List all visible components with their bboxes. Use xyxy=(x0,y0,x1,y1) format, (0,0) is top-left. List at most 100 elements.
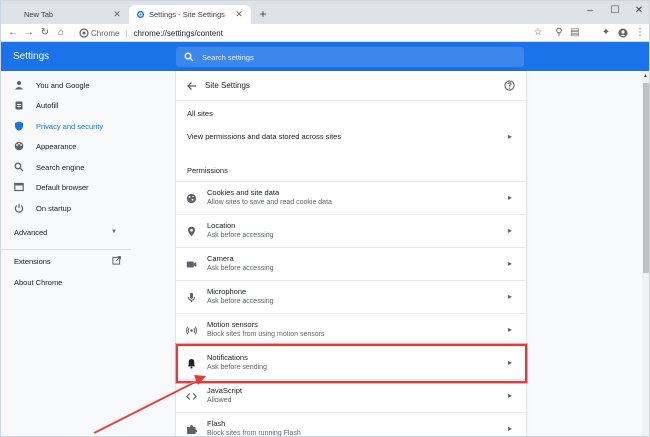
permission-subtitle: Ask before accessing xyxy=(207,298,274,305)
back-arrow-icon[interactable] xyxy=(186,80,198,92)
sidebar-item-search-engine[interactable]: Search engine xyxy=(1,158,171,176)
tab-strip: New Tab ✕ Settings - Site Settings ✕ + –… xyxy=(1,1,649,24)
permission-motion-sensors[interactable]: Motion sensors Block sites from using mo… xyxy=(176,313,526,346)
code-icon xyxy=(185,391,198,402)
tab-title: Settings - Site Settings xyxy=(149,10,225,19)
star-icon[interactable]: ☆ xyxy=(531,26,545,40)
omnibox-chip: Chrome xyxy=(91,28,120,38)
permission-subtitle: Block sites from using motion sensors xyxy=(207,331,325,338)
zoom-icon[interactable]: ⚲ xyxy=(552,26,566,40)
cookie-icon xyxy=(186,193,197,204)
permission-subtitle: Block sites from running Flash xyxy=(207,430,301,437)
profile-icon[interactable] xyxy=(616,26,630,40)
permissions-label: Permissions xyxy=(187,166,228,175)
chrome-icon xyxy=(79,28,89,38)
search-icon xyxy=(14,162,24,172)
menu-icon[interactable]: ⋮ xyxy=(633,26,647,40)
tab-new-tab[interactable]: New Tab ✕ xyxy=(7,5,129,24)
shield-icon xyxy=(14,121,24,131)
chevron-right-icon: ▸ xyxy=(507,193,512,202)
help-icon[interactable] xyxy=(504,80,515,91)
search-icon xyxy=(184,52,194,62)
forward-button[interactable]: → xyxy=(22,26,36,40)
omnibox-separator: | xyxy=(125,28,128,38)
permission-subtitle: Allowed xyxy=(207,397,232,404)
sidebar-item-default-browser[interactable]: Default browser xyxy=(1,178,171,196)
search-box[interactable] xyxy=(176,47,524,67)
sidebar-item-label: About Chrome xyxy=(14,277,63,287)
sidebar-divider xyxy=(1,249,131,250)
close-icon[interactable]: ✕ xyxy=(234,9,244,20)
sidebar-item-you-and-google[interactable]: You and Google xyxy=(1,76,171,94)
new-tab-button[interactable]: + xyxy=(256,7,270,21)
panel-header: Site Settings xyxy=(176,71,526,101)
chevron-right-icon: ▸ xyxy=(507,131,512,141)
scrollbar-thumb[interactable] xyxy=(643,83,649,273)
permission-title: Location xyxy=(207,221,236,230)
chevron-right-icon: ▸ xyxy=(507,325,512,334)
permission-subtitle: Ask before accessing xyxy=(207,232,274,239)
permission-title: Motion sensors xyxy=(207,320,258,329)
sidebar-item-about-chrome[interactable]: About Chrome xyxy=(1,273,171,291)
back-button[interactable]: ← xyxy=(6,26,20,40)
chevron-right-icon: ▸ xyxy=(507,424,512,433)
palette-icon xyxy=(14,141,24,151)
all-sites-row-label: View permissions and data stored across … xyxy=(187,131,342,141)
permission-flash[interactable]: Flash Block sites from running Flash ▸ xyxy=(176,412,526,437)
omnibox-url[interactable]: chrome://settings/content xyxy=(134,29,223,38)
minimize-button[interactable]: – xyxy=(582,4,598,18)
extensions-puzzle-icon[interactable]: ✦ xyxy=(599,26,613,40)
chevron-right-icon: ▸ xyxy=(507,391,512,400)
motion-sensors-icon xyxy=(186,325,197,336)
power-icon xyxy=(14,203,24,213)
chevron-right-icon: ▸ xyxy=(507,226,512,235)
close-icon[interactable]: ✕ xyxy=(112,9,122,20)
permission-title: Camera xyxy=(207,254,234,263)
search-input[interactable] xyxy=(202,52,502,62)
sidebar-item-label: Advanced xyxy=(14,227,48,237)
permission-title: Microphone xyxy=(207,287,247,296)
location-icon xyxy=(186,226,197,237)
camera-icon xyxy=(186,259,197,270)
sidebar-item-label: Appearance xyxy=(36,141,77,151)
maximize-button[interactable]: ☐ xyxy=(607,4,623,18)
reader-icon[interactable]: ▤ xyxy=(568,26,582,40)
permission-microphone[interactable]: Microphone Ask before accessing ▸ xyxy=(176,280,526,313)
bell-icon xyxy=(186,358,197,369)
address-bar[interactable]: Chrome | chrome://settings/content xyxy=(77,25,547,41)
page-scrollbar[interactable]: ▲ xyxy=(642,71,649,436)
home-button[interactable]: ⌂ xyxy=(54,26,68,40)
sidebar-item-privacy[interactable]: Privacy and security xyxy=(1,117,171,135)
sidebar-item-label: Privacy and security xyxy=(36,121,104,131)
sidebar-item-label: You and Google xyxy=(36,80,90,90)
all-sites-label: All sites xyxy=(187,109,213,118)
sidebar-item-on-startup[interactable]: On startup xyxy=(1,199,171,217)
permission-location[interactable]: Location Ask before accessing ▸ xyxy=(176,214,526,247)
permission-javascript[interactable]: JavaScript Allowed ▸ xyxy=(176,379,526,412)
chevron-right-icon: ▸ xyxy=(507,292,512,301)
browser-icon xyxy=(14,182,24,192)
sidebar-item-label: Autofill xyxy=(36,100,59,110)
sidebar-item-autofill[interactable]: Autofill xyxy=(1,96,171,114)
scroll-up-arrow-icon[interactable]: ▲ xyxy=(643,73,648,79)
browser-window: New Tab ✕ Settings - Site Settings ✕ + –… xyxy=(0,0,650,437)
microphone-icon xyxy=(186,292,197,303)
chevron-right-icon: ▸ xyxy=(507,259,512,268)
sidebar-advanced[interactable]: Advanced ▼ xyxy=(1,223,171,241)
reload-button[interactable]: ↻ xyxy=(38,26,52,40)
permission-camera[interactable]: Camera Ask before accessing ▸ xyxy=(176,247,526,280)
tab-settings[interactable]: Settings - Site Settings ✕ xyxy=(129,5,251,24)
panel-title: Site Settings xyxy=(205,81,250,90)
permission-cookies[interactable]: Cookies and site data Allow sites to sav… xyxy=(176,181,526,214)
all-sites-row[interactable]: View permissions and data stored across … xyxy=(176,122,526,150)
window-close-button[interactable]: ✕ xyxy=(631,4,647,18)
chevron-right-icon: ▸ xyxy=(507,358,512,367)
sidebar-item-appearance[interactable]: Appearance xyxy=(1,137,171,155)
page-title: Settings xyxy=(13,51,50,62)
sidebar-item-extensions[interactable]: Extensions xyxy=(1,252,171,270)
permission-notifications[interactable]: Notifications Ask before sending ▸ xyxy=(176,346,526,379)
person-icon xyxy=(14,80,24,90)
permission-title: Flash xyxy=(207,419,226,428)
permission-subtitle: Allow sites to save and read cookie data xyxy=(207,199,332,206)
permission-title: Cookies and site data xyxy=(207,188,280,197)
